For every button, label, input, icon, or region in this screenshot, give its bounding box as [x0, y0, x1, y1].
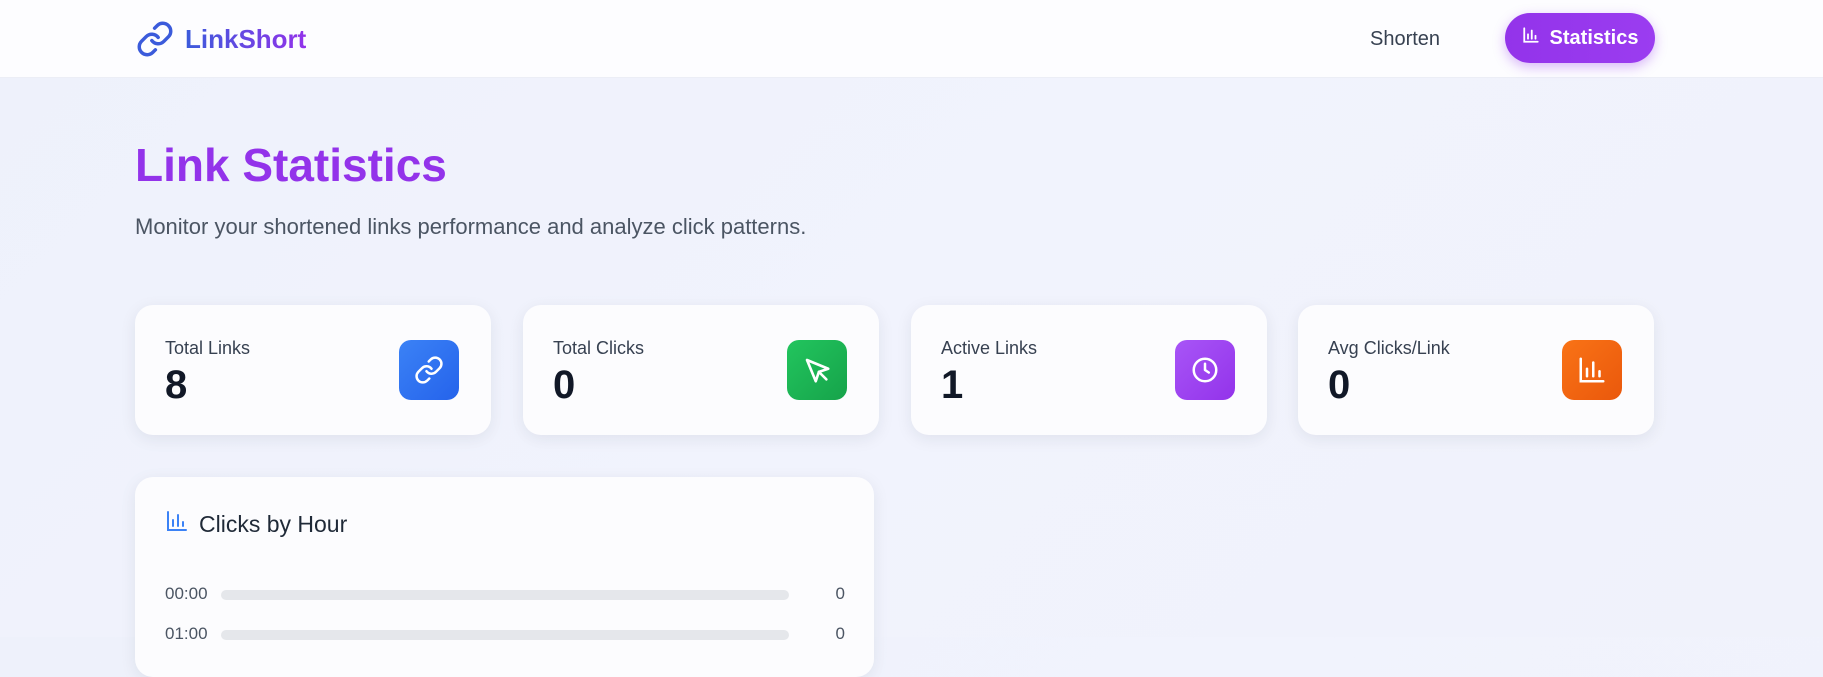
- bar-chart-icon: [165, 509, 189, 539]
- stat-value: 0: [1328, 363, 1351, 407]
- stat-label: Avg Clicks/Link: [1328, 338, 1450, 358]
- hour-label: 00:00: [165, 584, 208, 603]
- clicks-by-hour-panel: Clicks by Hour 00:00 0 01:00 0: [135, 477, 874, 677]
- nav-statistics-label: Statistics: [1549, 26, 1639, 49]
- brand-name: LinkShort: [185, 23, 307, 54]
- hour-row: 00:00 0: [165, 582, 845, 606]
- link-icon: [135, 19, 175, 59]
- stat-label: Total Links: [165, 338, 251, 358]
- stat-value: 1: [941, 363, 964, 407]
- link-icon: [399, 340, 459, 400]
- page-title: Link Statistics: [135, 139, 447, 191]
- stat-label: Total Clicks: [553, 338, 645, 358]
- brand-logo-link[interactable]: LinkShort: [135, 18, 306, 60]
- stat-value: 8: [165, 363, 188, 407]
- stat-label: Active Links: [941, 338, 1038, 358]
- cursor-icon: [787, 340, 847, 400]
- hour-count: 0: [835, 584, 845, 603]
- bar-chart-icon: [1562, 340, 1622, 400]
- stat-card-active-links: Active Links 1: [911, 305, 1267, 435]
- stat-value: 0: [553, 363, 576, 407]
- stat-card-avg-clicks: Avg Clicks/Link 0: [1298, 305, 1654, 435]
- clock-icon: [1175, 340, 1235, 400]
- hour-label: 01:00: [165, 624, 208, 643]
- hour-bar-track: [221, 590, 789, 600]
- panel-title-text: Clicks by Hour: [199, 510, 348, 537]
- hour-row: 01:00 0: [165, 622, 845, 646]
- nav-shorten-link[interactable]: Shorten: [1370, 24, 1440, 54]
- hour-bar-track: [221, 630, 789, 640]
- page-subtitle: Monitor your shortened links performance…: [135, 214, 807, 239]
- stat-card-total-links: Total Links 8: [135, 305, 491, 435]
- top-nav-bar: LinkShort Shorten Statistics: [0, 0, 1823, 78]
- nav-statistics-button[interactable]: Statistics: [1505, 13, 1655, 63]
- stat-card-total-clicks: Total Clicks 0: [523, 305, 879, 435]
- bar-chart-icon: [1522, 26, 1540, 50]
- hour-count: 0: [835, 624, 845, 643]
- panel-title: Clicks by Hour: [165, 509, 347, 539]
